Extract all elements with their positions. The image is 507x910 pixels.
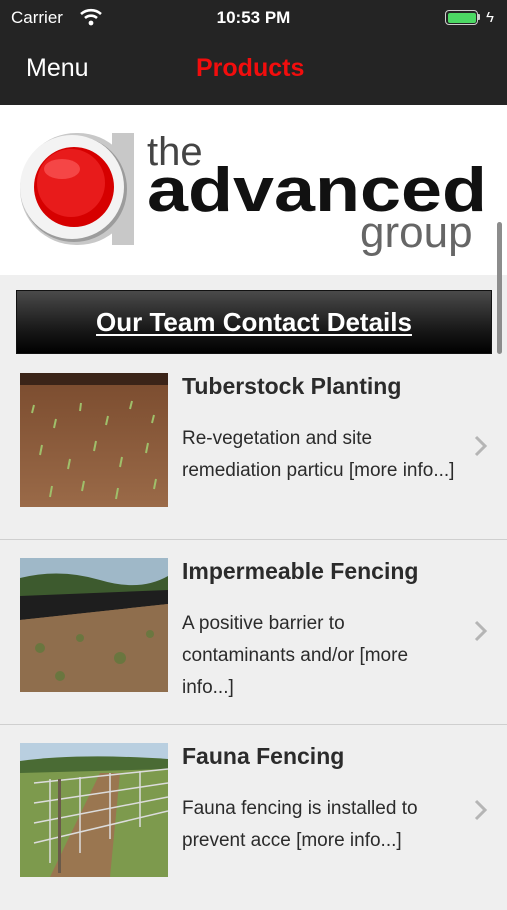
chevron-right-icon [474, 799, 488, 821]
chevron-right-icon [474, 435, 488, 457]
advanced-group-logo: the advanced group [20, 130, 487, 257]
item-description: Re-vegetation and site remediation parti… [182, 428, 455, 481]
item-description: A positive barrier to contaminants and/o… [182, 613, 409, 698]
charging-bolt-icon: ϟ [486, 9, 494, 26]
item-title: Impermeable Fencing [182, 558, 419, 584]
logo-area: the advanced group [0, 105, 507, 354]
tuberstock-planting-thumbnail [20, 373, 168, 507]
battery-tip [478, 14, 480, 20]
fauna-fencing-thumbnail [20, 743, 168, 877]
status-time: 10:53 PM [216, 8, 291, 27]
status-bar: Carrier 10:53 PM ϟ [0, 0, 507, 36]
chevron-right-icon [474, 620, 488, 642]
impermeable-fencing-thumbnail [20, 558, 168, 692]
list-item[interactable]: Tuberstock Planting Re-vegetation and si… [0, 355, 507, 540]
item-title: Tuberstock Planting [182, 373, 402, 399]
item-description: Fauna fencing is installed to prevent ac… [182, 798, 418, 851]
item-title: Fauna Fencing [182, 743, 345, 769]
products-tab[interactable]: Products [196, 54, 304, 83]
team-contact-button[interactable]: Our Team Contact Details [16, 290, 492, 354]
scroll-indicator[interactable] [497, 222, 502, 354]
list-item[interactable]: Fauna Fencing Fauna fencing is installed… [0, 725, 507, 910]
logo-word-group: group [360, 208, 473, 257]
nav-bar: Menu Products [0, 36, 507, 105]
team-contact-label: Our Team Contact Details [96, 306, 412, 337]
list-item[interactable]: Impermeable Fencing A positive barrier t… [0, 540, 507, 725]
menu-button[interactable]: Menu [26, 54, 89, 83]
battery-icon [445, 10, 478, 25]
